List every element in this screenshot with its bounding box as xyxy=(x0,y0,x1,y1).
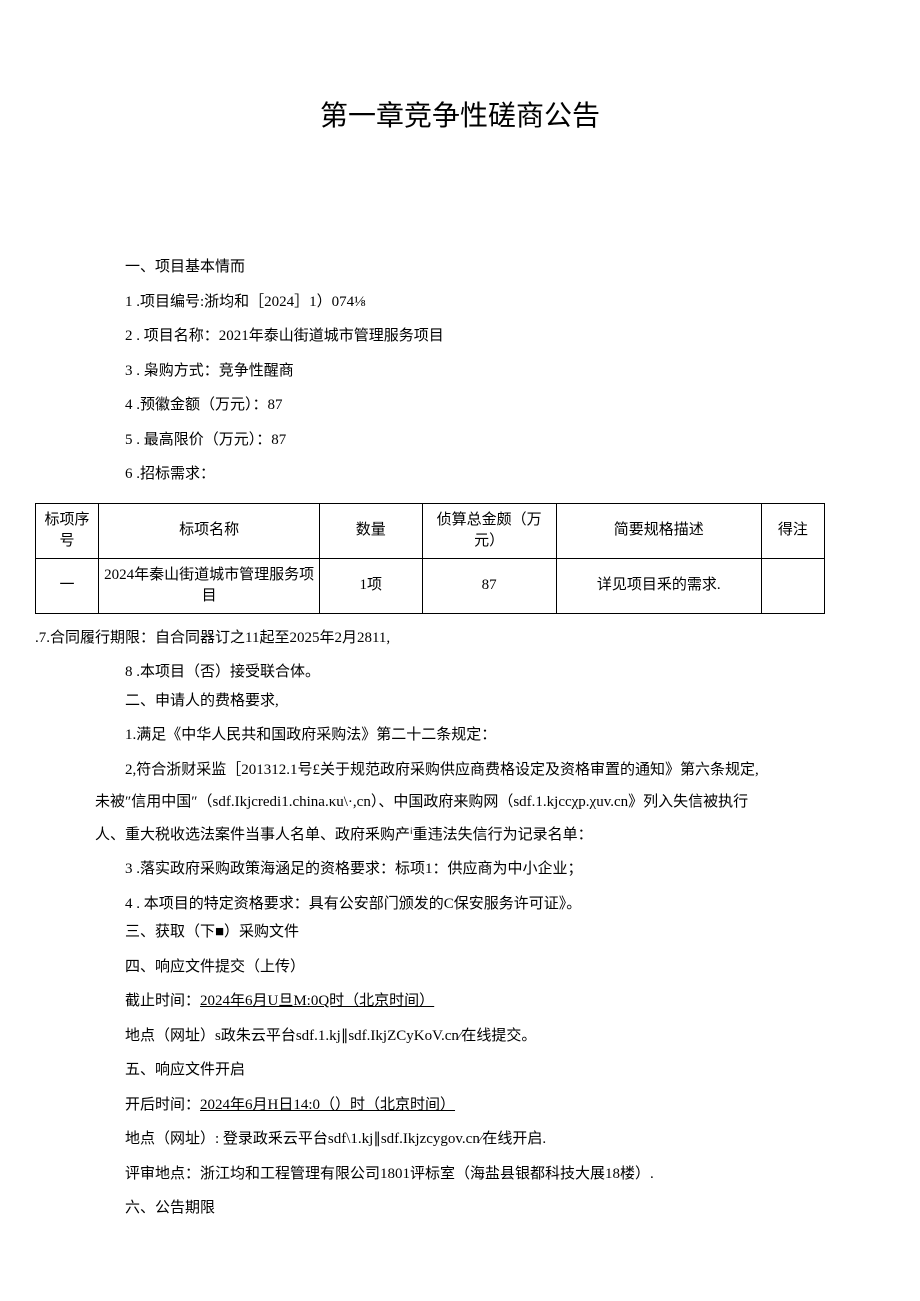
open-value: 2024年6月H日14:0（）时（北京时间） xyxy=(200,1097,455,1113)
th-name: 标项名称 xyxy=(99,503,320,558)
deadline-value: 2024年6月U旦M:0Q时（北京时间） xyxy=(200,993,434,1009)
item-2-2-line2: 未被″信用中国″（sdf.Ikjcredi1.china.κu\·,cn）、中国… xyxy=(95,788,825,817)
section6-heading: 六、公告期限 xyxy=(95,1194,825,1223)
item-2-2-line1: 2,符合浙财采监［201312.1号£关于规范政府采购供应商费格设定及资格审置的… xyxy=(95,756,825,785)
item-1-6: 6 .招标需求： xyxy=(95,460,825,489)
item-2-1: 1.满足《中华人民共和国政府采购法》第二十二条规定： xyxy=(95,721,825,750)
item-1-3: 3 . 枭购方式：竞争性醒商 xyxy=(95,357,825,386)
table-header-row: 标项序号 标项名称 数量 侦算总金颇（万元） 简要规格描述 得注 xyxy=(36,503,825,558)
td-name: 2024年秦山街道城市管理服务项目 xyxy=(99,558,320,613)
item-4-deadline: 截止时间：2024年6月U旦M:0Q时（北京时间） xyxy=(95,987,825,1016)
th-note: 得注 xyxy=(761,503,824,558)
item-1-5: 5 . 最高限价（万元）：87 xyxy=(95,426,825,455)
section4-heading: 四、响应文件提交（上传） xyxy=(95,953,825,982)
th-spec: 简要规格描述 xyxy=(556,503,761,558)
th-seq: 标项序号 xyxy=(36,503,99,558)
item-4-location: 地点（网址）s政朱云平台sdf.1.kj∥sdf.IkjZCyKoV.cn∕在线… xyxy=(95,1022,825,1051)
section1-heading: 一、项目基本情而 xyxy=(95,253,825,282)
section2-heading: 二、申请人的费格要求, xyxy=(95,687,825,716)
open-label: 开后时间： xyxy=(125,1097,200,1113)
deadline-label: 截止时间： xyxy=(125,993,200,1009)
td-note xyxy=(761,558,824,613)
item-5-location: 地点（网址）: 登录政釆云平台sdf\1.kj∥sdf.Ikjzcygov.cn… xyxy=(95,1125,825,1154)
page-title: 第一章竞争性磋商公告 xyxy=(95,90,825,143)
section5-heading: 五、响应文件开启 xyxy=(95,1056,825,1085)
item-2-3: 3 .落实政府采购政策海涵足的资格要求：标项1：供应商为中小企业； xyxy=(95,855,825,884)
th-qty: 数量 xyxy=(320,503,423,558)
item-1-2: 2 . 项目名称：2021年泰山街道城市管理服务项目 xyxy=(95,322,825,351)
item-1-1: 1 .项目编号:浙均和［2024］1）074⅛ xyxy=(95,288,825,317)
td-seq: 一 xyxy=(36,558,99,613)
item-5-open: 开后时间：2024年6月H日14:0（）时（北京时间） xyxy=(95,1091,825,1120)
item-1-7: .7.合同履行期限：自合同器订之11起至2025年2月2811, xyxy=(35,624,825,653)
item-5-review: 评审地点：浙江均和工程管理有限公司1801评标室（海盐县银都科技大展18楼）. xyxy=(95,1160,825,1189)
table-row: 一 2024年秦山街道城市管理服务项目 1项 87 详见项目釆的需求. xyxy=(36,558,825,613)
requirements-table: 标项序号 标项名称 数量 侦算总金颇（万元） 简要规格描述 得注 一 2024年… xyxy=(35,503,825,614)
section3-heading: 三、获取（下■）采购文件 xyxy=(95,918,825,947)
item-2-4: 4 . 本项目的特定资格要求：具有公安部门颁发的C保安服务许可证》。 xyxy=(95,890,825,919)
td-qty: 1项 xyxy=(320,558,423,613)
item-2-2-line3: 人、重大税收选法案件当事人名单、政府釆购产ⁱ重违法失信行为记录名单： xyxy=(95,821,825,850)
td-spec: 详见项目釆的需求. xyxy=(556,558,761,613)
td-budget: 87 xyxy=(422,558,556,613)
item-1-8: 8 .本项目（否）接受联合体。 xyxy=(95,658,825,687)
item-1-4: 4 .预徽金额（万元）：87 xyxy=(95,391,825,420)
th-budget: 侦算总金颇（万元） xyxy=(422,503,556,558)
